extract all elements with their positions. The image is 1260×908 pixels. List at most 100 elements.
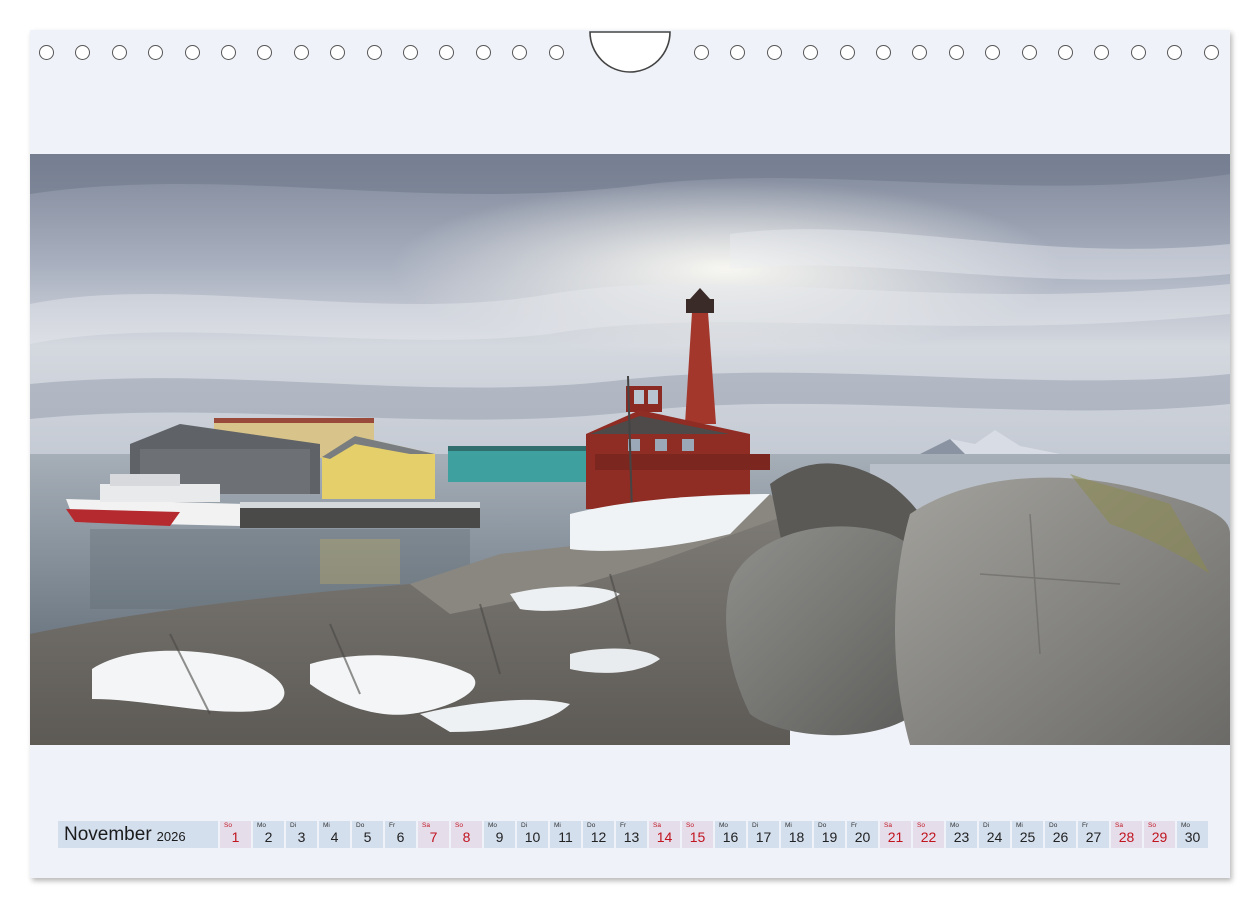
day-cell: Sa 14 xyxy=(649,821,680,848)
weekday-abbrev: Mi xyxy=(554,822,561,829)
day-number: 30 xyxy=(1184,829,1201,845)
day-number: 2 xyxy=(264,829,273,845)
weekday-abbrev: Mo xyxy=(257,822,267,829)
binding-hole xyxy=(75,45,91,60)
weekday-abbrev: Fr xyxy=(389,822,396,829)
binding-hole xyxy=(1021,45,1037,60)
binding-hole xyxy=(439,45,455,60)
binding-hole xyxy=(803,45,819,60)
binding-hole xyxy=(912,45,928,60)
day-number: 10 xyxy=(524,829,541,845)
day-number: 16 xyxy=(722,829,739,845)
weekday-abbrev: Mi xyxy=(1016,822,1023,829)
weekday-abbrev: Sa xyxy=(1115,822,1123,829)
binding-hole xyxy=(948,45,964,60)
binding-hole xyxy=(1130,45,1146,60)
weekday-abbrev: Sa xyxy=(653,822,661,829)
day-cell: Sa 7 xyxy=(418,821,449,848)
weekday-abbrev: Di xyxy=(983,822,990,829)
day-cell: Mo 23 xyxy=(946,821,977,848)
day-number: 21 xyxy=(887,829,904,845)
day-cell: Mi 11 xyxy=(550,821,581,848)
day-cell: Fr 27 xyxy=(1078,821,1109,848)
day-cell: Mo 2 xyxy=(253,821,284,848)
weekday-abbrev: Fr xyxy=(620,822,627,829)
day-number: 6 xyxy=(396,829,405,845)
binding-hole xyxy=(839,45,855,60)
binding-hole xyxy=(876,45,891,60)
calendar-page: November 2026 So 1 Mo 2 Di 3 Mi 4 Do 5 Fr 6 Sa 7 So 8 Mo… xyxy=(30,30,1230,878)
day-cell: Di 3 xyxy=(286,821,317,848)
weekday-abbrev: So xyxy=(224,822,232,829)
binding-hole xyxy=(184,45,200,60)
weekday-abbrev: Mo xyxy=(950,822,960,829)
calendar-strip: November 2026 So 1 Mo 2 Di 3 Mi 4 Do 5 Fr 6 Sa 7 So 8 Mo… xyxy=(58,821,1210,848)
day-number: 8 xyxy=(462,829,471,845)
day-number: 20 xyxy=(854,829,871,845)
day-number: 9 xyxy=(495,829,504,845)
day-cell: Do 12 xyxy=(583,821,614,848)
day-number: 15 xyxy=(689,829,706,845)
binding-hole xyxy=(148,45,164,60)
day-cell: Fr 20 xyxy=(847,821,878,848)
spiral-binding xyxy=(30,30,1230,80)
weekday-abbrev: Mi xyxy=(785,822,792,829)
day-number: 23 xyxy=(953,829,970,845)
day-number: 28 xyxy=(1118,829,1135,845)
day-number: 17 xyxy=(755,829,772,845)
binding-hole xyxy=(221,45,236,60)
weekday-abbrev: Mo xyxy=(488,822,498,829)
binding-hole xyxy=(694,45,709,60)
day-number: 18 xyxy=(788,829,805,845)
day-number: 3 xyxy=(297,829,306,845)
binding-hole xyxy=(985,45,1001,60)
binding-hole xyxy=(293,45,309,60)
day-cell: So 1 xyxy=(220,821,251,848)
day-number: 14 xyxy=(656,829,673,845)
day-cell: Di 24 xyxy=(979,821,1010,848)
day-cell: Mo 30 xyxy=(1177,821,1208,848)
day-number: 27 xyxy=(1085,829,1102,845)
weekday-abbrev: Mi xyxy=(323,822,330,829)
weekday-abbrev: Sa xyxy=(884,822,892,829)
weekday-abbrev: Fr xyxy=(851,822,858,829)
day-cell: So 22 xyxy=(913,821,944,848)
day-cell: Do 5 xyxy=(352,821,383,848)
weekday-abbrev: Do xyxy=(818,822,827,829)
weekday-abbrev: Sa xyxy=(422,822,430,829)
day-cell: Mi 18 xyxy=(781,821,812,848)
day-number: 29 xyxy=(1151,829,1168,845)
day-number: 1 xyxy=(231,829,240,845)
day-cell: Mo 16 xyxy=(715,821,746,848)
binding-hole xyxy=(1058,45,1073,60)
binding-hole xyxy=(403,45,418,60)
binding-hole xyxy=(512,45,528,60)
binding-hole xyxy=(39,45,54,60)
day-number: 11 xyxy=(558,829,573,845)
binding-hole xyxy=(766,45,782,60)
day-number: 7 xyxy=(429,829,438,845)
weekday-abbrev: Do xyxy=(1049,822,1058,829)
day-cell: So 15 xyxy=(682,821,713,848)
day-cell: Sa 28 xyxy=(1111,821,1142,848)
day-cell: Mo 9 xyxy=(484,821,515,848)
binding-hole xyxy=(1203,45,1219,60)
day-cell: Do 26 xyxy=(1045,821,1076,848)
day-cell: Sa 21 xyxy=(880,821,911,848)
day-cell: Di 17 xyxy=(748,821,779,848)
binding-hole xyxy=(548,45,564,60)
weekday-abbrev: Do xyxy=(587,822,596,829)
binding-hole xyxy=(366,45,382,60)
day-cell: Do 19 xyxy=(814,821,845,848)
binding-hole xyxy=(730,45,746,60)
binding-hole xyxy=(1167,45,1183,60)
weekday-abbrev: Do xyxy=(356,822,365,829)
weekday-abbrev: Di xyxy=(290,822,297,829)
lighthouse-harbor-photo xyxy=(30,154,1230,745)
hanger-notch-icon xyxy=(589,31,671,73)
day-number: 22 xyxy=(920,829,937,845)
day-number: 5 xyxy=(363,829,372,845)
day-cell: Fr 13 xyxy=(616,821,647,848)
day-number: 13 xyxy=(623,829,640,845)
weekday-abbrev: Mo xyxy=(1181,822,1191,829)
